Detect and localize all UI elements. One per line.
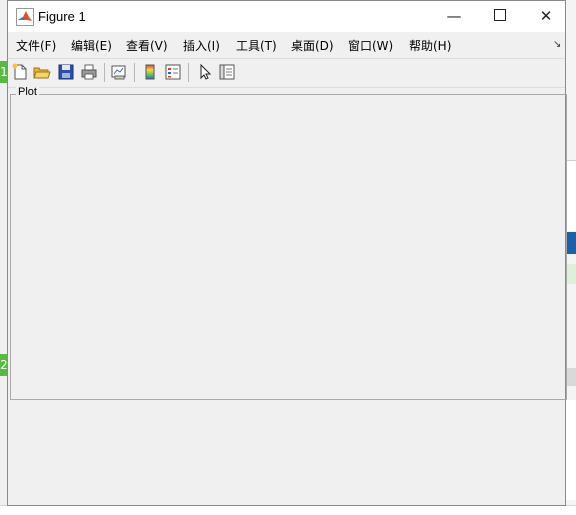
menu-edit[interactable]: 编辑(E) [71,37,112,54]
maximize-icon [494,9,506,21]
background-right-strip [566,0,576,514]
colorbar-icon[interactable] [141,63,159,81]
link-plot-icon[interactable] [110,63,128,81]
menu-desktop[interactable]: 桌面(D) [291,37,334,54]
toolbar-separator [134,63,135,82]
plot-panel: Plot [10,86,567,400]
close-icon: ✕ [539,7,553,25]
minimize-button[interactable]: — [431,1,477,32]
menu-bar: 文件(F) 编辑(E) 查看(V) 插入(I) 工具(T) 桌面(D) 窗口(W… [8,32,565,57]
menu-tools[interactable]: 工具(T) [236,37,277,54]
menu-help[interactable]: 帮助(H) [409,37,451,54]
menu-file[interactable]: 文件(F) [16,37,56,54]
dock-arrow-icon[interactable]: ↘ [553,39,561,50]
print-icon[interactable] [80,63,98,81]
menu-insert[interactable]: 插入(I) [183,37,220,54]
menu-window[interactable]: 窗口(W) [348,37,393,54]
close-button[interactable]: ✕ [523,1,569,32]
save-icon[interactable] [57,63,75,81]
edit-plot-icon[interactable] [196,63,214,81]
menu-view[interactable]: 查看(V) [126,37,168,54]
open-file-icon[interactable] [33,63,51,81]
figure-toolbar [8,58,565,88]
new-figure-icon[interactable] [11,63,29,81]
panel-title: Plot [16,86,39,98]
maximize-button[interactable] [477,1,523,32]
figure-window: Figure 1 — ✕ 文件(F) 编辑(E) 查看(V) 插入(I) 工具(… [7,0,567,506]
property-inspector-icon[interactable] [218,63,236,81]
matlab-logo-icon [16,8,34,26]
minimize-icon: — [446,7,462,25]
legend-icon[interactable] [164,63,182,81]
toolbar-separator [188,63,189,82]
window-title: Figure 1 [38,9,86,24]
title-bar[interactable]: Figure 1 — ✕ [8,1,565,32]
toolbar-separator [104,63,105,82]
